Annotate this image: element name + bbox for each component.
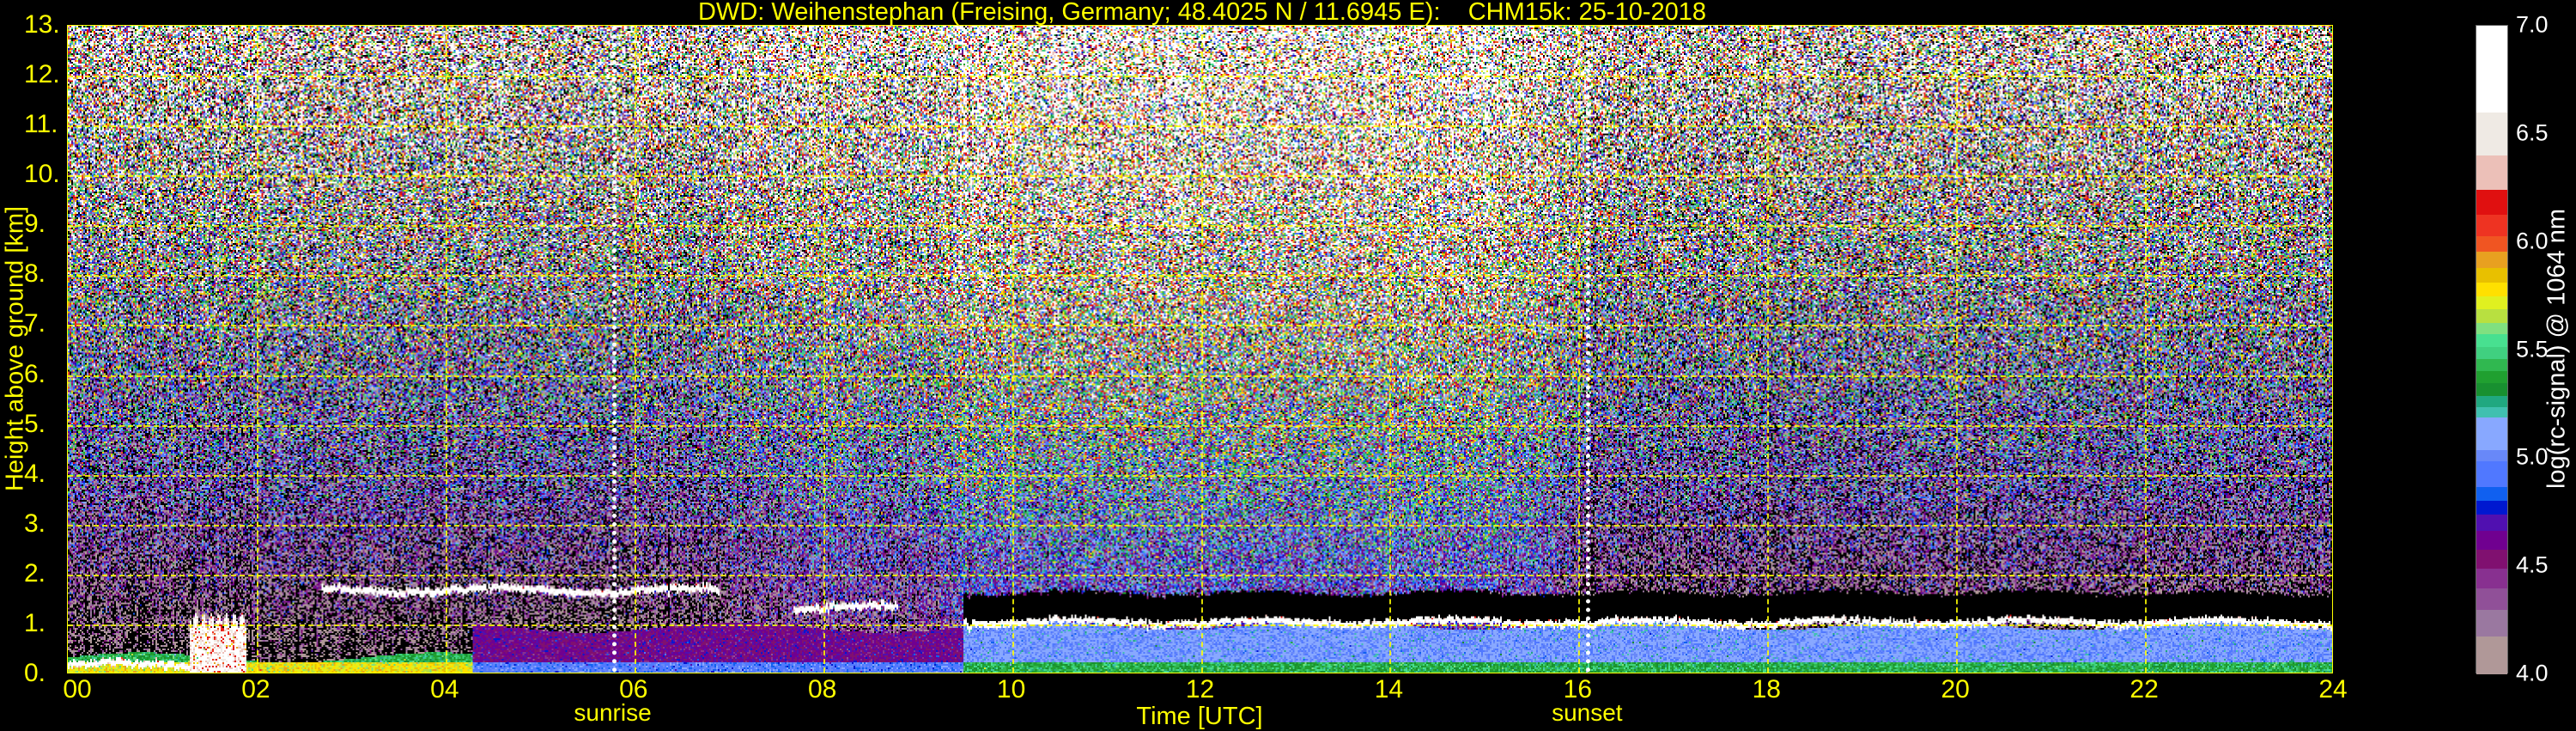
colorbar-segment [2476, 346, 2507, 360]
x-tick-label: 08 [807, 675, 837, 704]
sunrise-line [611, 26, 617, 673]
y-tick-label: 4. [24, 459, 46, 488]
y-tick-label: 1. [24, 608, 46, 637]
colorbar-segment [2476, 322, 2507, 335]
grid-line-v [1389, 26, 1392, 673]
grid-line-v [1012, 26, 1014, 673]
y-tick-label: 9. [24, 210, 46, 239]
colorbar-segment [2476, 333, 2507, 347]
colorbar-segment [2476, 449, 2507, 462]
y-tick-label: 8. [24, 259, 46, 289]
y-tick-label: 0. [24, 659, 46, 687]
colorbar-tick-label: 6.5 [2516, 119, 2549, 146]
colorbar-segment [2476, 514, 2507, 532]
colorbar-segment [2476, 460, 2507, 487]
colorbar-segment [2476, 214, 2507, 236]
grid-line-v [256, 26, 258, 673]
x-tick-label: 22 [2129, 675, 2159, 704]
x-tick-label: 00 [63, 675, 92, 704]
y-tick-label: 12. [24, 60, 60, 89]
colorbar-segment [2476, 530, 2507, 550]
grid-line-v [634, 26, 636, 673]
colorbar-segment [2476, 358, 2507, 371]
grid-line-v [1578, 26, 1581, 673]
y-tick-label: 11. [24, 110, 58, 139]
x-tick-label: 02 [241, 675, 270, 704]
colorbar-label: log(rc-signal) @ 1064 nm [2543, 208, 2571, 490]
grid-line-h [68, 225, 2332, 228]
grid-line-v [1767, 26, 1770, 673]
y-tick-label: 2. [24, 558, 46, 588]
y-tick-label: 5. [24, 409, 46, 438]
y-tick-label: 13. [24, 10, 60, 39]
colorbar-segment [2476, 609, 2507, 637]
colorbar-tick-label: 7.0 [2516, 11, 2549, 38]
colorbar-segment [2476, 568, 2507, 588]
colorbar-tick-label: 4.5 [2516, 551, 2549, 578]
grid-line-h [68, 424, 2332, 427]
x-tick-label: 10 [996, 675, 1026, 704]
grid-line-h [68, 175, 2332, 178]
colorbar [2476, 25, 2508, 675]
sunset-line [1586, 26, 1591, 673]
x-tick-label: 24 [2318, 675, 2348, 704]
colorbar-segment [2476, 636, 2507, 675]
colorbar-segment [2476, 406, 2507, 417]
grid-line-h [68, 574, 2332, 576]
colorbar-segment [2476, 500, 2507, 515]
plot-area [67, 25, 2333, 673]
grid-line-h [68, 325, 2332, 327]
x-tick-label: 12 [1185, 675, 1215, 704]
x-tick-label: 04 [430, 675, 459, 704]
colorbar-segment [2476, 486, 2507, 501]
colorbar-segment [2476, 189, 2507, 216]
x-tick-label: 14 [1374, 675, 1404, 704]
grid-line-h [68, 125, 2332, 128]
grid-line-h [68, 524, 2332, 527]
colorbar-segment [2476, 282, 2507, 297]
colorbar-segment [2476, 549, 2507, 570]
grid-line-h [68, 375, 2332, 377]
grid-line-h [68, 275, 2332, 277]
colorbar-segment [2476, 251, 2507, 269]
colorbar-segment [2476, 155, 2507, 190]
grid-line-v [445, 26, 447, 673]
grid-line-h [68, 76, 2332, 78]
x-tick-label: 18 [1752, 675, 1781, 704]
x-axis-label: Time [UTC] [1136, 703, 1263, 730]
colorbar-segment [2476, 235, 2507, 253]
grid-line-v [1200, 26, 1203, 673]
y-tick-label: 6. [24, 359, 46, 388]
colorbar-segment [2476, 382, 2507, 397]
sunrise-label: sunrise [574, 699, 652, 726]
y-tick-label: 3. [24, 509, 46, 538]
colorbar-segment [2476, 395, 2507, 407]
chart-title: DWD: Weihenstephan (Freising, Germany; 4… [698, 0, 1706, 26]
colorbar-segment [2476, 267, 2507, 283]
grid-line-h [68, 624, 2332, 626]
colorbar-tick-label: 4.0 [2516, 660, 2549, 686]
colorbar-segment [2476, 417, 2507, 450]
y-tick-label: 10. [24, 160, 60, 189]
x-tick-label: 20 [1941, 675, 1970, 704]
colorbar-segment [2476, 308, 2507, 324]
grid-line-v [2145, 26, 2148, 673]
grid-line-v [823, 26, 825, 673]
colorbar-segment [2476, 370, 2507, 384]
colorbar-segment [2476, 112, 2507, 156]
colorbar-segment [2476, 26, 2507, 113]
grid-line-h [68, 474, 2332, 477]
y-tick-label: 7. [24, 309, 46, 338]
sunset-label: sunset [1552, 699, 1623, 726]
colorbar-segment [2476, 295, 2507, 310]
y-axis-label: Height above ground [km] [1, 205, 29, 492]
grid-line-v [1956, 26, 1959, 673]
colorbar-segment [2476, 588, 2507, 610]
